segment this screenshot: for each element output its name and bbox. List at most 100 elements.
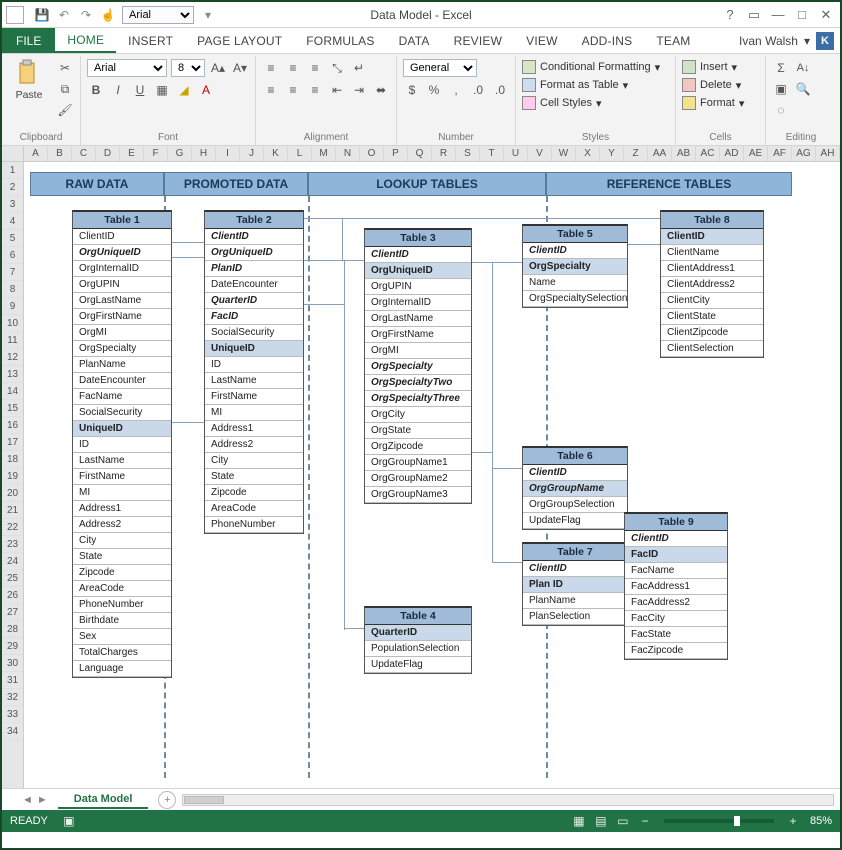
cut-icon[interactable]: ✂ xyxy=(56,59,74,77)
entity-t5[interactable]: Table 5ClientIDOrgSpecialtyNameOrgSpecia… xyxy=(522,224,628,308)
row-header[interactable]: 8 xyxy=(2,281,23,298)
row-header[interactable]: 23 xyxy=(2,536,23,553)
row-header[interactable]: 4 xyxy=(2,213,23,230)
sheet-tab-active[interactable]: Data Model xyxy=(58,791,149,809)
column-header[interactable]: AB xyxy=(672,146,696,161)
row-header[interactable]: 11 xyxy=(2,332,23,349)
decrease-indent-icon[interactable]: ⇤ xyxy=(328,81,346,99)
orientation-icon[interactable]: ⤡ xyxy=(328,59,346,77)
column-header[interactable]: B xyxy=(48,146,72,161)
row-header[interactable]: 28 xyxy=(2,621,23,638)
redo-icon[interactable]: ↷ xyxy=(78,7,94,23)
column-header[interactable]: AH xyxy=(816,146,840,161)
decrease-decimal-icon[interactable]: .0 xyxy=(491,81,509,99)
column-header[interactable]: C xyxy=(72,146,96,161)
macro-record-icon[interactable]: ▣ xyxy=(58,814,80,828)
column-header[interactable]: AF xyxy=(768,146,792,161)
column-header[interactable]: S xyxy=(456,146,480,161)
clear-icon[interactable]: ◌ xyxy=(772,101,790,119)
increase-decimal-icon[interactable]: .0 xyxy=(469,81,487,99)
column-header[interactable]: A xyxy=(24,146,48,161)
tab-insert[interactable]: INSERT xyxy=(116,28,185,53)
row-header[interactable]: 16 xyxy=(2,417,23,434)
row-header[interactable]: 12 xyxy=(2,349,23,366)
column-header[interactable]: T xyxy=(480,146,504,161)
row-header[interactable]: 5 xyxy=(2,230,23,247)
row-header[interactable]: 7 xyxy=(2,264,23,281)
column-header[interactable]: Z xyxy=(624,146,648,161)
tab-home[interactable]: HOME xyxy=(55,28,116,53)
zoom-in-icon[interactable]: + xyxy=(782,814,804,828)
entity-t9[interactable]: Table 9ClientIDFacIDFacNameFacAddress1Fa… xyxy=(624,512,728,660)
column-header[interactable]: Y xyxy=(600,146,624,161)
align-bottom-icon[interactable]: ≡ xyxy=(306,59,324,77)
column-header[interactable]: AE xyxy=(744,146,768,161)
column-header[interactable]: X xyxy=(576,146,600,161)
align-middle-icon[interactable]: ≡ xyxy=(284,59,302,77)
column-header[interactable]: AG xyxy=(792,146,816,161)
format-as-table-button[interactable]: Format as Table ▾ xyxy=(522,77,628,93)
row-header[interactable]: 9 xyxy=(2,298,23,315)
user-name[interactable]: Ivan Walsh xyxy=(739,34,798,48)
ribbon-collapse-icon[interactable]: ▭ xyxy=(744,7,764,23)
italic-icon[interactable]: I xyxy=(109,81,127,99)
column-header[interactable]: I xyxy=(216,146,240,161)
view-layout-icon[interactable]: ▤ xyxy=(590,814,612,828)
merge-icon[interactable]: ⬌ xyxy=(372,81,390,99)
align-top-icon[interactable]: ≡ xyxy=(262,59,280,77)
row-header[interactable]: 29 xyxy=(2,638,23,655)
worksheet[interactable]: 1234567891011121314151617181920212223242… xyxy=(2,162,840,788)
row-header[interactable]: 31 xyxy=(2,672,23,689)
row-header[interactable]: 2 xyxy=(2,179,23,196)
border-icon[interactable]: ▦ xyxy=(153,81,171,99)
tab-addins[interactable]: ADD-INS xyxy=(570,28,645,53)
column-header[interactable]: AD xyxy=(720,146,744,161)
row-header[interactable]: 15 xyxy=(2,400,23,417)
minimize-icon[interactable]: — xyxy=(768,7,788,22)
column-header[interactable]: K xyxy=(264,146,288,161)
excel-icon[interactable] xyxy=(6,6,24,24)
format-cells-button[interactable]: Format ▾ xyxy=(682,95,744,111)
column-header[interactable]: N xyxy=(336,146,360,161)
row-header[interactable]: 21 xyxy=(2,502,23,519)
row-header[interactable]: 32 xyxy=(2,689,23,706)
column-header[interactable]: AA xyxy=(648,146,672,161)
row-header[interactable]: 19 xyxy=(2,468,23,485)
conditional-formatting-button[interactable]: Conditional Formatting ▾ xyxy=(522,59,660,75)
increase-indent-icon[interactable]: ⇥ xyxy=(350,81,368,99)
currency-icon[interactable]: $ xyxy=(403,81,421,99)
entity-t1[interactable]: Table 1ClientIDOrgUniqueIDOrgInternalIDO… xyxy=(72,210,172,678)
close-icon[interactable]: ✕ xyxy=(816,7,836,23)
tab-formulas[interactable]: FORMULAS xyxy=(294,28,386,53)
row-header[interactable]: 13 xyxy=(2,366,23,383)
row-header[interactable]: 24 xyxy=(2,553,23,570)
row-header[interactable]: 14 xyxy=(2,383,23,400)
column-header[interactable]: O xyxy=(360,146,384,161)
sheet-prev-icon[interactable]: ◄ xyxy=(22,794,33,806)
row-header[interactable]: 10 xyxy=(2,315,23,332)
row-header[interactable]: 33 xyxy=(2,706,23,723)
format-painter-icon[interactable]: 🖌 xyxy=(56,101,74,119)
tab-review[interactable]: REVIEW xyxy=(442,28,515,53)
row-header[interactable]: 25 xyxy=(2,570,23,587)
entity-t7[interactable]: Table 7ClientIDPlan IDPlanNamePlanSelect… xyxy=(522,542,628,626)
qat-font-select[interactable]: Arial xyxy=(122,6,194,24)
row-header[interactable]: 17 xyxy=(2,434,23,451)
paste-button[interactable]: Paste xyxy=(8,59,50,101)
autosum-icon[interactable]: Σ xyxy=(772,59,790,77)
row-header[interactable]: 27 xyxy=(2,604,23,621)
help-icon[interactable]: ? xyxy=(720,7,740,22)
entity-t2[interactable]: Table 2ClientIDOrgUniqueIDPlanIDDateEnco… xyxy=(204,210,304,534)
bold-icon[interactable]: B xyxy=(87,81,105,99)
row-header[interactable]: 20 xyxy=(2,485,23,502)
row-header[interactable]: 26 xyxy=(2,587,23,604)
row-header[interactable]: 34 xyxy=(2,723,23,740)
column-header[interactable]: E xyxy=(120,146,144,161)
view-pagebreak-icon[interactable]: ▭ xyxy=(612,814,634,828)
percent-icon[interactable]: % xyxy=(425,81,443,99)
decrease-font-icon[interactable]: A▾ xyxy=(231,59,249,77)
column-header[interactable]: H xyxy=(192,146,216,161)
column-header[interactable]: Q xyxy=(408,146,432,161)
column-header[interactable]: R xyxy=(432,146,456,161)
column-header[interactable]: V xyxy=(528,146,552,161)
